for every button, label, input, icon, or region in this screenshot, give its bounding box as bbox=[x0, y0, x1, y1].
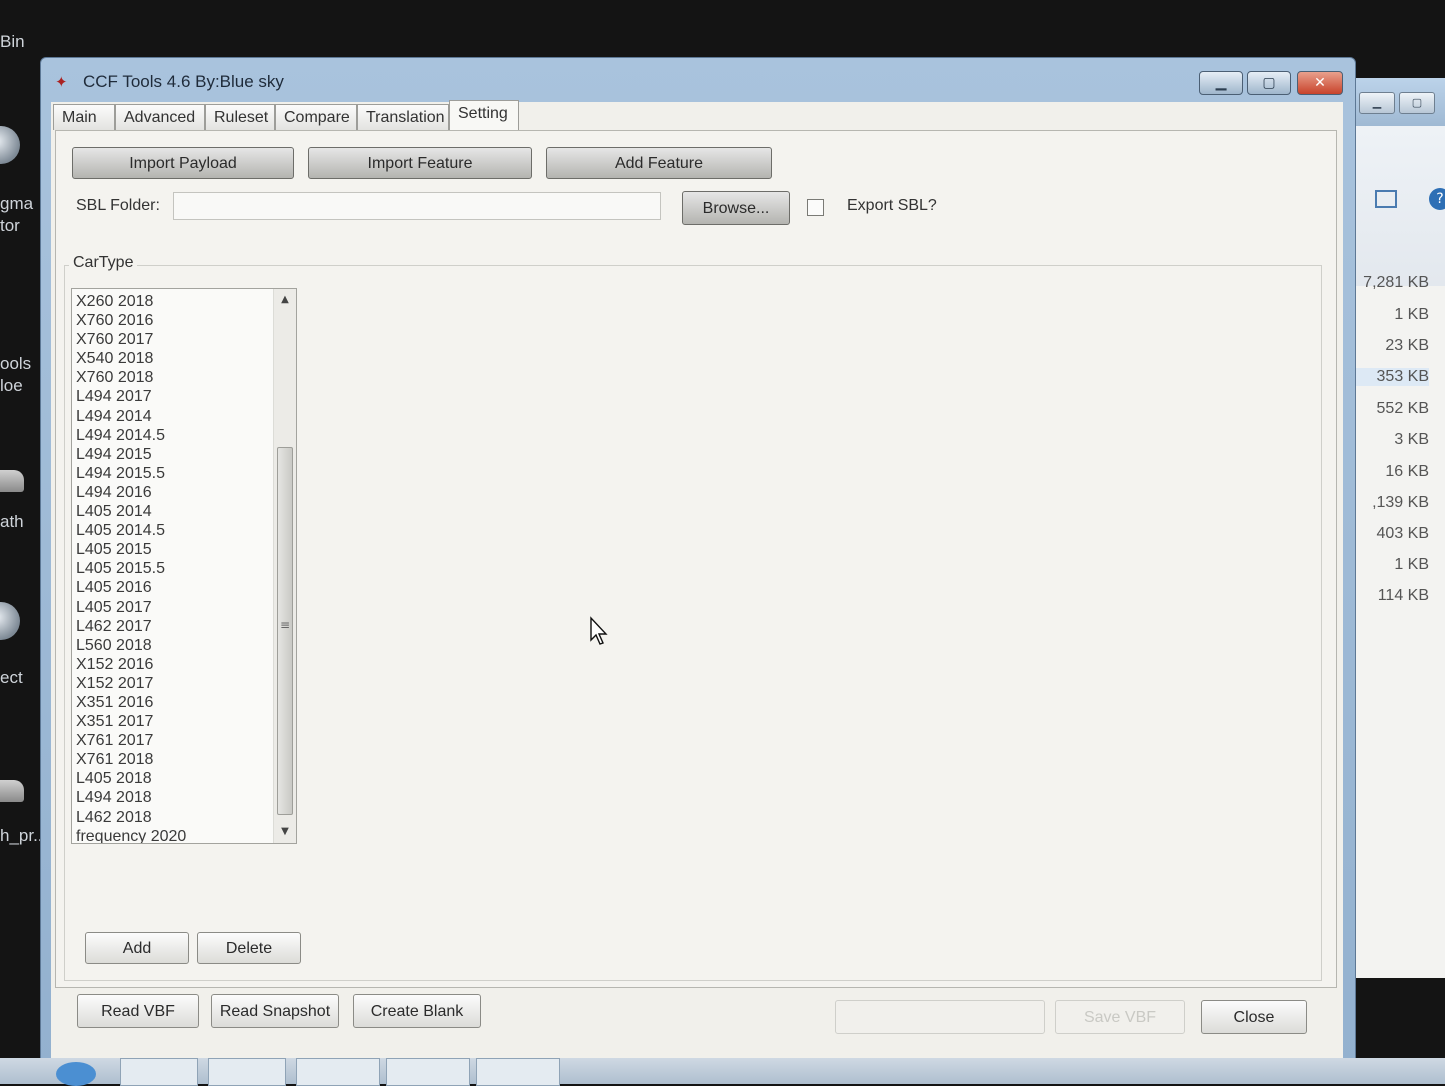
desktop-label-recycle-bin: Bin bbox=[0, 32, 25, 51]
cartype-list-item[interactable]: L405 2015.5 bbox=[76, 559, 266, 578]
cartype-list-item[interactable]: L462 2017 bbox=[76, 617, 266, 636]
add-cartype-button[interactable]: Add bbox=[85, 932, 189, 964]
minimize-button[interactable]: ▁ bbox=[1199, 71, 1243, 95]
scroll-up-arrow-icon[interactable]: ▲ bbox=[274, 291, 296, 309]
cartype-list-item[interactable]: L494 2018 bbox=[76, 788, 266, 807]
pane-layout-icon[interactable] bbox=[1375, 190, 1397, 208]
cartype-list-item[interactable]: L405 2018 bbox=[76, 769, 266, 788]
tab-translation[interactable]: Translation bbox=[357, 104, 449, 130]
desktop-app-icon[interactable] bbox=[0, 602, 20, 640]
cartype-listbox[interactable]: X260 2018 X760 2016 X760 2017 X540 2018 X760… bbox=[71, 288, 297, 844]
read-snapshot-button[interactable]: Read Snapshot bbox=[211, 994, 339, 1028]
desktop-label: ools bbox=[0, 354, 32, 373]
cartype-list-item[interactable]: X152 2016 bbox=[76, 655, 266, 674]
cartype-list-item[interactable]: X152 2017 bbox=[76, 674, 266, 693]
cartype-list-item[interactable]: L405 2014 bbox=[76, 502, 266, 521]
desktop-label: tor bbox=[0, 216, 20, 235]
taskbar-item[interactable] bbox=[296, 1058, 380, 1086]
cartype-list-item[interactable]: L560 2018 bbox=[76, 636, 266, 655]
desktop-label: ect bbox=[0, 668, 23, 687]
cartype-list-item[interactable]: L494 2015.5 bbox=[76, 464, 266, 483]
cartype-list-item[interactable]: X760 2017 bbox=[76, 330, 266, 349]
app-icon: ✦ bbox=[55, 73, 68, 91]
cartype-list-item[interactable]: X761 2018 bbox=[76, 750, 266, 769]
taskbar-item[interactable] bbox=[476, 1058, 560, 1086]
close-button[interactable]: Close bbox=[1201, 1000, 1307, 1034]
cartype-list-item[interactable]: L405 2017 bbox=[76, 598, 266, 617]
scroll-down-arrow-icon[interactable]: ▼ bbox=[274, 823, 296, 841]
cartype-list-item[interactable]: X760 2016 bbox=[76, 311, 266, 330]
taskbar-item[interactable] bbox=[208, 1058, 286, 1086]
vbf-select-disabled bbox=[835, 1000, 1045, 1034]
background-minimize-button[interactable]: ▁ bbox=[1359, 92, 1395, 114]
cartype-list-item[interactable]: L462 2018 bbox=[76, 808, 266, 827]
cartype-items: X260 2018 X760 2016 X760 2017 X540 2018 X760… bbox=[76, 292, 266, 843]
cartype-list-item[interactable]: L494 2015 bbox=[76, 445, 266, 464]
window-title: CCF Tools 4.6 By:Blue sky bbox=[83, 72, 284, 91]
window-client-area: Main Advanced Ruleset Compare Translatio… bbox=[51, 100, 1343, 1068]
tab-compare[interactable]: Compare bbox=[275, 104, 357, 130]
maximize-button[interactable]: ▢ bbox=[1247, 71, 1291, 95]
cartype-list-item[interactable]: L494 2017 bbox=[76, 387, 266, 406]
ccf-tools-window: ✦ CCF Tools 4.6 By:Blue sky ▁ ▢ ✕ Main A… bbox=[40, 57, 1356, 1069]
cartype-group: CarType X260 2018 X760 2016 X760 2017 X540 … bbox=[64, 254, 1322, 981]
cartype-list-item[interactable]: X260 2018 bbox=[76, 292, 266, 311]
close-window-button[interactable]: ✕ bbox=[1297, 71, 1343, 95]
add-feature-button[interactable]: Add Feature bbox=[546, 147, 772, 179]
tab-ruleset[interactable]: Ruleset bbox=[205, 104, 275, 130]
cartype-list-item[interactable]: L494 2016 bbox=[76, 483, 266, 502]
maximize-icon: ▢ bbox=[1262, 75, 1276, 91]
minimize-icon: ▁ bbox=[1215, 75, 1227, 91]
scrollbar-thumb[interactable]: ≡ bbox=[277, 447, 293, 815]
cartype-list-item[interactable]: frequency 2020 bbox=[76, 827, 266, 843]
cartype-list-item[interactable]: X760 2018 bbox=[76, 368, 266, 387]
desktop-label: loe bbox=[0, 376, 23, 395]
taskbar-item[interactable] bbox=[386, 1058, 470, 1086]
taskbar bbox=[0, 1058, 1445, 1086]
cartype-list-item[interactable]: L405 2016 bbox=[76, 578, 266, 597]
export-sbl-label: Export SBL? bbox=[847, 197, 937, 214]
car-icon[interactable] bbox=[0, 470, 24, 492]
export-sbl-checkbox[interactable] bbox=[807, 199, 824, 216]
window-titlebar[interactable]: ✦ CCF Tools 4.6 By:Blue sky ▁ ▢ ✕ bbox=[41, 58, 1355, 102]
cartype-list-item[interactable]: L494 2014 bbox=[76, 407, 266, 426]
tab-advanced[interactable]: Advanced bbox=[115, 104, 205, 130]
grip-icon: ≡ bbox=[280, 618, 291, 632]
sbl-folder-label: SBL Folder: bbox=[76, 197, 160, 214]
tab-setting[interactable]: Setting bbox=[449, 100, 519, 132]
setting-tab-panel: Import Payload Import Feature Add Featur… bbox=[55, 130, 1337, 988]
cartype-list-item[interactable]: X761 2017 bbox=[76, 731, 266, 750]
taskbar-item[interactable] bbox=[120, 1058, 198, 1086]
help-icon[interactable]: ? bbox=[1429, 188, 1445, 210]
cartype-list-item[interactable]: X540 2018 bbox=[76, 349, 266, 368]
mouse-pointer-icon bbox=[590, 616, 608, 645]
car-icon[interactable] bbox=[0, 780, 24, 802]
cartype-list-item[interactable]: X351 2016 bbox=[76, 693, 266, 712]
desktop-app-icon[interactable] bbox=[0, 126, 20, 164]
listbox-scrollbar[interactable]: ▲ ≡ ▼ bbox=[273, 289, 296, 843]
sbl-folder-input[interactable] bbox=[173, 192, 661, 220]
close-icon: ✕ bbox=[1314, 75, 1326, 91]
cartype-label: CarType bbox=[69, 254, 138, 272]
tab-strip: Main Advanced Ruleset Compare Translatio… bbox=[51, 100, 1343, 132]
desktop-label: gma bbox=[0, 194, 34, 213]
read-vbf-button[interactable]: Read VBF bbox=[77, 994, 199, 1028]
cartype-list-item[interactable]: L405 2015 bbox=[76, 540, 266, 559]
import-feature-button[interactable]: Import Feature bbox=[308, 147, 532, 179]
import-payload-button[interactable]: Import Payload bbox=[72, 147, 294, 179]
background-maximize-button[interactable]: ▢ bbox=[1399, 92, 1435, 114]
browse-button[interactable]: Browse... bbox=[682, 191, 790, 225]
delete-cartype-button[interactable]: Delete bbox=[197, 932, 301, 964]
desktop-label: ath bbox=[0, 512, 24, 531]
cartype-list-item[interactable]: L494 2014.5 bbox=[76, 426, 266, 445]
create-blank-button[interactable]: Create Blank bbox=[353, 994, 481, 1028]
cartype-list-item[interactable]: L405 2014.5 bbox=[76, 521, 266, 540]
cartype-list-item[interactable]: X351 2017 bbox=[76, 712, 266, 731]
save-vbf-button[interactable]: Save VBF bbox=[1055, 1000, 1185, 1034]
start-button[interactable] bbox=[56, 1062, 96, 1086]
tab-main[interactable]: Main bbox=[53, 104, 115, 130]
